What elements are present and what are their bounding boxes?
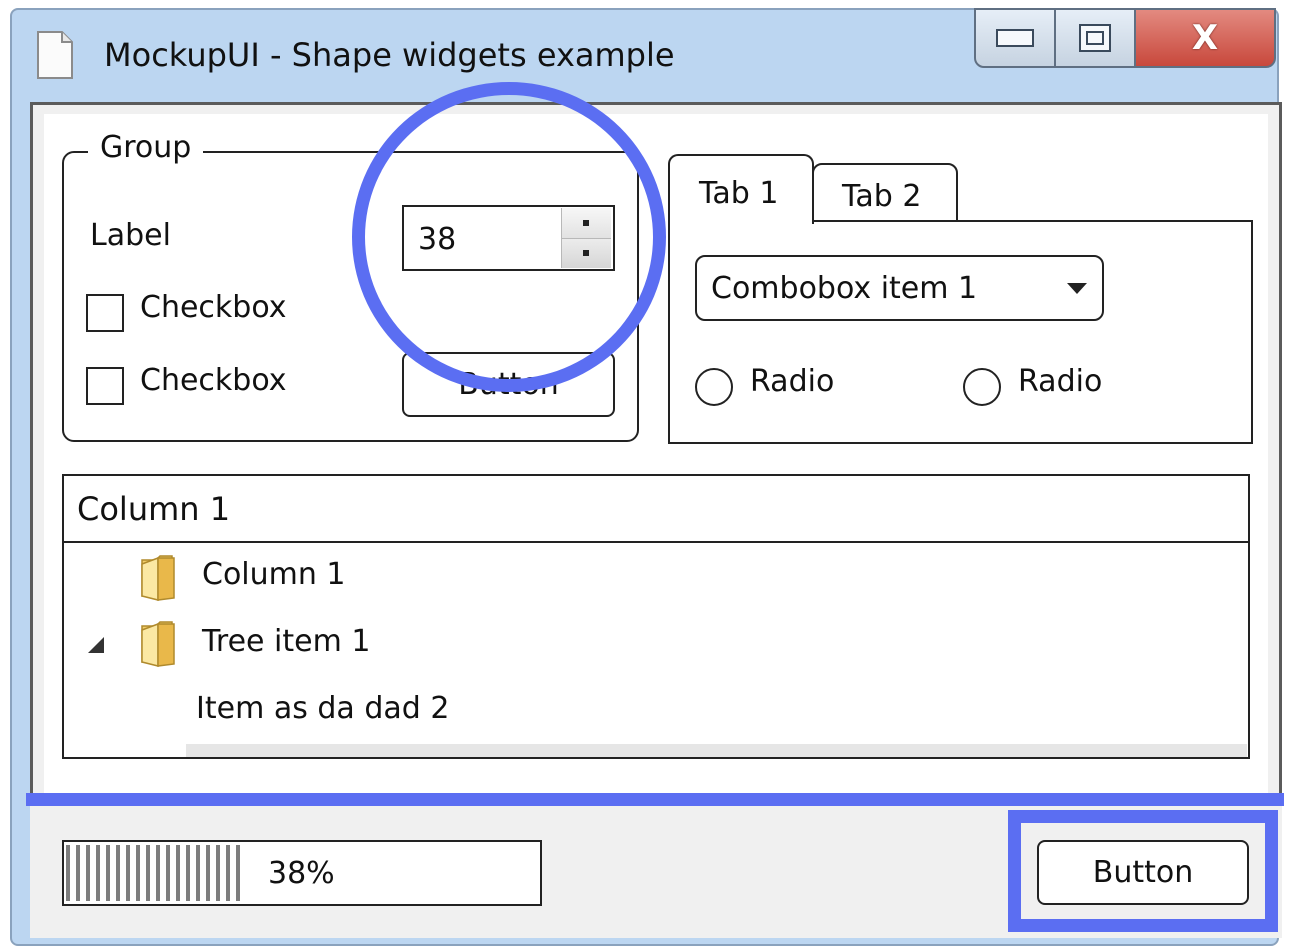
tree-column-header-label: Column 1 xyxy=(77,490,231,528)
tree-item-label[interactable]: Tree item 1 xyxy=(202,624,370,659)
tab-1[interactable]: Tab 1 xyxy=(668,154,814,224)
highlight-rectangle xyxy=(1008,810,1278,932)
maximize-icon xyxy=(1079,24,1111,52)
tree-item-label[interactable]: Item as da dad 2 xyxy=(196,691,449,726)
folder-icon xyxy=(138,620,178,668)
horizontal-scrollbar[interactable] xyxy=(186,744,1247,757)
window-title: MockupUI - Shape widgets example xyxy=(104,36,675,74)
checkbox-1[interactable] xyxy=(86,294,124,332)
tab-panel xyxy=(668,220,1253,444)
maximize-button[interactable] xyxy=(1054,8,1136,68)
tree-column-header[interactable] xyxy=(64,476,1248,543)
document-icon xyxy=(36,30,74,80)
checkbox-2-label[interactable]: Checkbox xyxy=(140,363,287,398)
progress-bar-fill xyxy=(66,845,245,901)
radio-2[interactable] xyxy=(963,368,1001,406)
highlight-underline xyxy=(26,793,1284,806)
minimize-icon xyxy=(996,29,1034,47)
highlight-circle xyxy=(352,82,666,392)
radio-1[interactable] xyxy=(695,368,733,406)
checkbox-2[interactable] xyxy=(86,367,124,405)
close-icon: X xyxy=(1191,18,1219,58)
progress-percent-label: 38% xyxy=(268,856,335,891)
chevron-down-icon[interactable] xyxy=(1067,283,1087,294)
checkbox-1-label[interactable]: Checkbox xyxy=(140,290,287,325)
caption-buttons: X xyxy=(974,8,1276,68)
radio-1-label[interactable]: Radio xyxy=(750,364,834,399)
tree-item-label[interactable]: Column 1 xyxy=(202,557,346,592)
close-button[interactable]: X xyxy=(1134,8,1276,68)
static-label: Label xyxy=(90,218,171,253)
folder-icon xyxy=(138,554,178,602)
expand-triangle-icon[interactable] xyxy=(88,637,104,653)
group-box-title: Group xyxy=(88,130,204,165)
radio-2-label[interactable]: Radio xyxy=(1018,364,1102,399)
minimize-button[interactable] xyxy=(974,8,1056,68)
tab-2[interactable]: Tab 2 xyxy=(812,163,958,222)
combobox-value[interactable]: Combobox item 1 xyxy=(711,271,977,306)
